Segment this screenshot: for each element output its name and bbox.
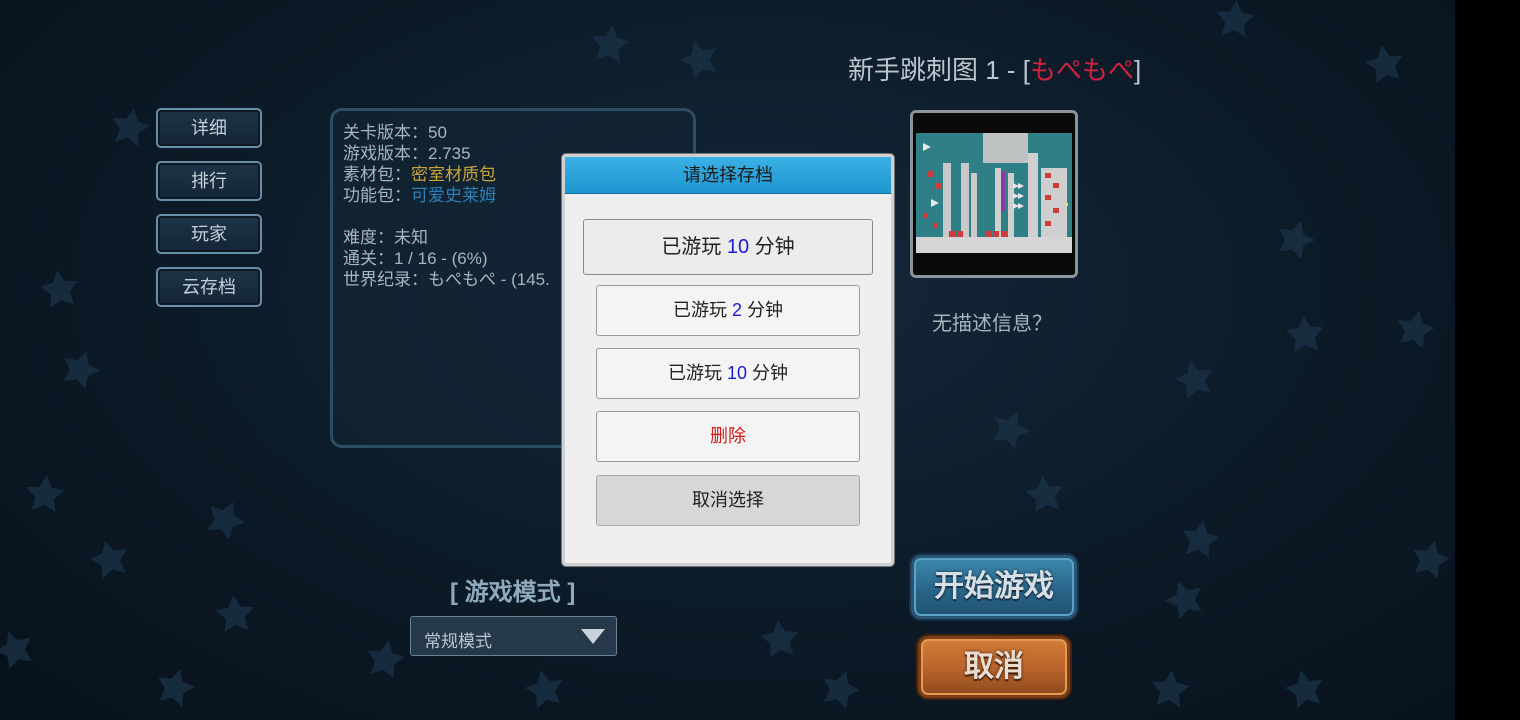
save-slot-text: 已游玩: [672, 300, 732, 320]
save-slot-minutes: 2: [731, 300, 742, 320]
clear-row: 通关：1 / 16 - (6%): [343, 248, 550, 269]
ranking-button[interactable]: 排行: [156, 161, 262, 201]
game-version-value: 2.735: [428, 144, 471, 163]
save-slot-unit: 分钟: [747, 363, 789, 383]
asset-pack-row: 素材包：密室材质包: [343, 164, 550, 185]
details-button[interactable]: 详细: [156, 108, 262, 148]
dropdown-arrow-icon: [581, 629, 605, 644]
game-mode-label: [ 游戏模式 ]: [450, 579, 576, 606]
save-slot-text: 已游玩: [661, 236, 727, 258]
save-slot-text: 已游玩: [667, 363, 727, 383]
feature-pack-label: 功能包：: [343, 186, 411, 205]
difficulty-value: 未知: [394, 228, 428, 247]
save-select-dialog: 请选择存档 已游玩 10 分钟 已游玩 2 分钟 已游玩 10 分钟 删除 取消…: [562, 154, 894, 566]
asset-pack-label: 素材包：: [343, 165, 411, 184]
world-record-row: 世界纪录：もぺもぺ - (145.: [343, 269, 550, 290]
no-description-text: 无描述信息？: [932, 313, 1052, 335]
level-title: 新手跳刺图 1 - [もぺもぺ]: [848, 50, 1141, 87]
dialog-title: 请选择存档: [565, 157, 891, 194]
save-slot-unit: 分钟: [742, 300, 784, 320]
asset-pack-link[interactable]: 密室材质包: [411, 165, 496, 184]
cancel-selection-button[interactable]: 取消选择: [596, 475, 860, 526]
level-version-row: 关卡版本：50: [343, 122, 550, 143]
clear-value: 1 / 16 - (6%): [394, 249, 488, 268]
level-thumbnail: [910, 110, 1078, 278]
save-slot-minutes: 10: [726, 363, 748, 383]
level-version-value: 50: [428, 123, 447, 142]
game-version-label: 游戏版本：: [343, 144, 428, 163]
game-mode-dropdown[interactable]: 常规模式: [410, 616, 617, 656]
level-preview-image: [913, 113, 1075, 275]
clear-label: 通关：: [343, 249, 394, 268]
world-record-label: 世界纪录：: [343, 270, 428, 289]
game-version-row: 游戏版本：2.735: [343, 143, 550, 164]
feature-pack-link[interactable]: 可爱史莱姆: [411, 186, 496, 205]
players-button[interactable]: 玩家: [156, 214, 262, 254]
screen-edge-bar: [1455, 0, 1520, 720]
save-slot-unit: 分钟: [749, 236, 795, 258]
delete-save-button[interactable]: 删除: [596, 411, 860, 462]
level-version-label: 关卡版本：: [343, 123, 428, 142]
difficulty-row: 难度：未知: [343, 227, 550, 248]
save-slot-2[interactable]: 已游玩 2 分钟: [596, 285, 860, 336]
cloud-save-button[interactable]: 云存档: [156, 267, 262, 307]
cancel-button[interactable]: 取消: [918, 636, 1070, 698]
game-mode-selected: 常规模式: [424, 632, 492, 651]
save-slot-3[interactable]: 已游玩 10 分钟: [596, 348, 860, 399]
feature-pack-row: 功能包：可爱史莱姆: [343, 185, 550, 206]
level-title-bracket: ]: [1134, 55, 1142, 85]
save-slot-minutes: 10: [726, 236, 750, 258]
difficulty-label: 难度：: [343, 228, 394, 247]
save-slot-1[interactable]: 已游玩 10 分钟: [583, 219, 873, 275]
level-author: もぺもぺ: [1030, 55, 1135, 85]
start-game-button[interactable]: 开始游戏: [911, 555, 1077, 619]
world-record-value: もぺもぺ - (145.: [428, 270, 550, 289]
level-title-text: 新手跳刺图 1 - [: [848, 55, 1031, 85]
